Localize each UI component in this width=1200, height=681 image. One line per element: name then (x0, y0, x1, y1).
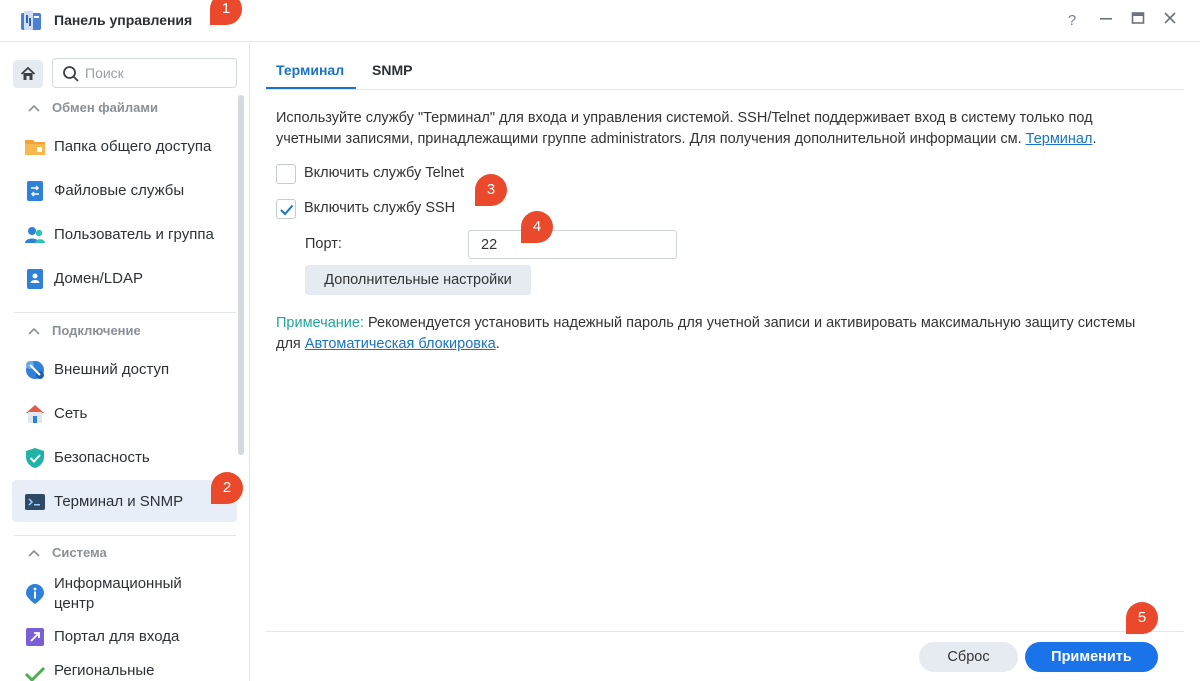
step-marker-3: 3 (475, 174, 507, 206)
sidebar-item-domain[interactable]: Домен/LDAP (12, 257, 237, 299)
step-marker-5: 5 (1126, 602, 1158, 634)
info-center-icon (26, 584, 44, 604)
description-text: Используйте службу "Терминал" для входа … (276, 108, 1156, 150)
active-tab-indicator (266, 87, 356, 89)
chevron-up-icon (28, 100, 40, 115)
sidebar-item-shared-folder[interactable]: Папка общего доступа (12, 125, 237, 167)
sidebar-item-label: Папка общего доступа (54, 138, 212, 155)
telnet-label: Включить службу Telnet (304, 165, 465, 181)
close-icon (1164, 12, 1176, 24)
section-file-sharing[interactable]: Обмен файлами (28, 100, 158, 115)
file-services-icon (27, 181, 43, 201)
minimize-icon (1100, 18, 1112, 20)
section-label: Система (52, 545, 107, 560)
sidebar-item-security[interactable]: Безопасность (12, 436, 237, 478)
sidebar-item-info-center[interactable]: Информационный центр (12, 571, 237, 615)
reset-button[interactable]: Сброс (919, 642, 1018, 672)
description-end: . (1092, 131, 1097, 147)
regional-icon (24, 666, 46, 681)
tab-terminal[interactable]: Терминал (276, 62, 344, 78)
chevron-up-icon (28, 323, 40, 338)
home-button[interactable] (13, 60, 43, 88)
maximize-icon (1131, 12, 1145, 24)
sidebar: Обмен файлами Папка общего доступа Файло… (0, 43, 250, 681)
advanced-settings-button[interactable]: Дополнительные настройки (305, 265, 531, 295)
section-label: Обмен файлами (52, 100, 158, 115)
sidebar-item-label: Домен/LDAP (54, 270, 143, 287)
terminal-help-link[interactable]: Терминал (1026, 131, 1093, 147)
shared-folder-icon (25, 140, 45, 155)
terminal-icon (25, 494, 45, 510)
tab-divider (266, 89, 1184, 90)
sidebar-item-label: Терминал и SNMP (54, 493, 184, 510)
section-connectivity[interactable]: Подключение (28, 323, 141, 338)
note-text: Примечание: Рекомендуется установить над… (276, 313, 1156, 355)
step-marker-4: 4 (521, 211, 553, 243)
title-bar: Панель управления ? (0, 0, 1200, 42)
window-title: Панель управления (54, 12, 193, 28)
sidebar-item-label: Сеть (54, 405, 88, 422)
footer-divider (266, 631, 1184, 632)
section-label: Подключение (52, 323, 141, 338)
note-end: . (495, 336, 500, 352)
port-input[interactable] (468, 230, 677, 259)
sidebar-item-label: Безопасность (54, 449, 150, 466)
search-icon (63, 66, 79, 82)
checkmark-icon (280, 204, 294, 216)
sidebar-item-users[interactable]: Пользователь и группа (12, 213, 237, 255)
tab-snmp[interactable]: SNMP (372, 62, 412, 78)
sidebar-item-network[interactable]: Сеть (12, 392, 237, 434)
sidebar-item-regional[interactable]: Региональные (12, 649, 237, 681)
section-divider (14, 535, 236, 536)
telnet-checkbox[interactable] (276, 164, 296, 184)
network-icon (26, 405, 44, 423)
search-box[interactable] (52, 58, 237, 88)
sidebar-item-label: Портал для входа (54, 628, 180, 645)
users-icon (25, 227, 45, 243)
apply-button[interactable]: Применить (1025, 642, 1158, 672)
external-access-icon (26, 361, 44, 379)
sidebar-item-file-services[interactable]: Файловые службы (12, 169, 237, 211)
sidebar-item-terminal-snmp[interactable]: Терминал и SNMP (12, 480, 237, 522)
sidebar-item-label: Региональные (54, 662, 155, 679)
sidebar-item-label-line1: Информационный (54, 575, 182, 592)
section-system[interactable]: Система (28, 545, 107, 560)
home-icon (20, 66, 36, 80)
ssh-checkbox[interactable] (276, 199, 296, 219)
port-label: Порт: (305, 236, 342, 252)
security-shield-icon (26, 448, 44, 468)
domain-icon (27, 269, 43, 289)
control-panel-app-icon (21, 11, 41, 30)
sidebar-item-external-access[interactable]: Внешний доступ (12, 348, 237, 390)
auto-block-link[interactable]: Автоматическая блокировка (305, 336, 496, 352)
ssh-label: Включить службу SSH (304, 200, 456, 216)
note-prefix: Примечание: (276, 315, 364, 331)
close-button[interactable] (1160, 10, 1180, 32)
section-divider (14, 312, 236, 313)
sidebar-item-label: Внешний доступ (54, 361, 170, 378)
login-portal-icon (26, 628, 44, 646)
minimize-button[interactable] (1096, 10, 1116, 32)
step-marker-2: 2 (211, 472, 243, 504)
description-body: Используйте службу "Терминал" для входа … (276, 110, 1093, 147)
maximize-button[interactable] (1128, 10, 1148, 32)
chevron-up-icon (28, 545, 40, 560)
sidebar-item-label: Пользователь и группа (54, 226, 214, 243)
sidebar-item-label: Файловые службы (54, 182, 185, 199)
sidebar-item-label-line2: центр (54, 595, 95, 612)
help-button[interactable]: ? (1062, 10, 1082, 32)
search-input[interactable] (85, 64, 230, 82)
sidebar-scrollbar[interactable] (238, 95, 244, 455)
